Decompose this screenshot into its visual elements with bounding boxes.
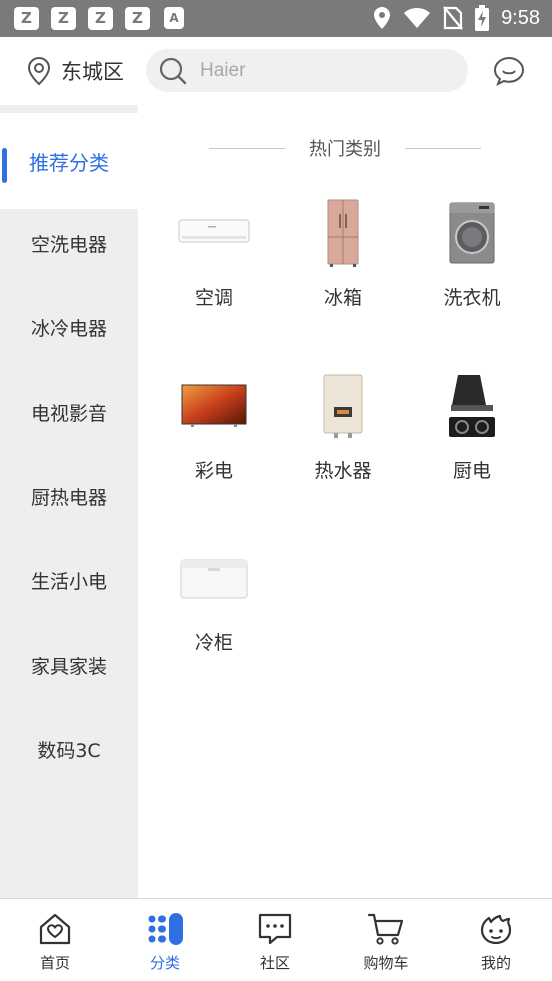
category-freezer[interactable]: 冷柜 (149, 538, 279, 688)
tab-label: 首页 (39, 954, 70, 972)
tab-community[interactable]: 社区 (220, 899, 330, 981)
sidebar-item-furniture[interactable]: 家具家装 (0, 623, 138, 707)
category-tv[interactable]: 彩电 (149, 366, 279, 516)
water-heater-image (278, 366, 408, 446)
tab-cart[interactable]: 购物车 (331, 899, 441, 981)
category-label: 厨电 (452, 460, 491, 482)
sidebar-item-label: 空洗电器 (30, 233, 107, 256)
system-status: 9:58 (373, 5, 540, 31)
notification-icons: Z Z Z Z A (14, 7, 184, 30)
category-refrigerator[interactable]: 冰箱 (278, 193, 408, 343)
sidebar-item-cooling[interactable]: 冰冷电器 (0, 285, 138, 369)
community-icon (255, 911, 295, 947)
category-label: 洗衣机 (443, 287, 501, 309)
app-notification-icon: Z (88, 7, 113, 30)
refrigerator-image (278, 193, 408, 273)
category-label: 热水器 (314, 460, 372, 482)
section-title: 热门类别 (309, 139, 381, 160)
sidebar-item-label: 生活小电 (30, 570, 107, 593)
location-label: 东城区 (61, 60, 124, 84)
message-icon (493, 56, 525, 87)
profile-icon (476, 911, 516, 947)
location-icon (374, 7, 391, 29)
category-label: 冷柜 (194, 632, 233, 654)
location-selector[interactable]: 东城区 (25, 56, 124, 86)
category-content: 热门类别 空调 冰箱 洗衣机 彩电 热水器 厨电 冷柜 (138, 105, 552, 898)
search-input[interactable] (200, 59, 450, 82)
sidebar-item-small-appliances[interactable]: 生活小电 (0, 538, 138, 622)
wifi-icon (404, 8, 431, 28)
sidebar-item-digital[interactable]: 数码3C (0, 707, 138, 791)
battery-charging-icon (475, 5, 490, 31)
tab-label: 购物车 (363, 954, 409, 972)
home-icon (35, 911, 75, 947)
category-label: 彩电 (194, 460, 233, 482)
tab-label: 分类 (149, 954, 180, 972)
cart-icon (366, 911, 406, 947)
app-notification-icon: Z (125, 7, 150, 30)
category-water-heater[interactable]: 热水器 (278, 366, 408, 516)
category-icon (145, 911, 185, 947)
category-kitchen-appliances[interactable]: 厨电 (407, 366, 537, 516)
app-notification-icon: Z (51, 7, 76, 30)
sidebar-item-kitchen[interactable]: 厨热电器 (0, 454, 138, 538)
app-notification-icon: A (164, 7, 184, 29)
category-sidebar: 推荐分类 空洗电器 冰冷电器 电视影音 厨热电器 生活小电 家具家装 数码3C (0, 105, 138, 898)
sidebar-item-label: 电视影音 (30, 402, 107, 425)
category-label: 空调 (194, 287, 233, 309)
sidebar-item-air-wash[interactable]: 空洗电器 (0, 201, 138, 285)
category-label: 冰箱 (323, 287, 362, 309)
message-button[interactable] (492, 55, 526, 91)
sidebar-item-tv-audio[interactable]: 电视影音 (0, 370, 138, 454)
top-header: 东城区 (0, 37, 552, 105)
tab-label: 社区 (259, 954, 290, 972)
search-icon (159, 57, 187, 84)
tab-profile[interactable]: 我的 (441, 899, 551, 981)
no-sim-icon (443, 6, 463, 30)
tab-home[interactable]: 首页 (0, 899, 110, 981)
freezer-image (149, 538, 279, 618)
kitchen-appliance-image (407, 366, 537, 446)
sidebar-item-label: 冰冷电器 (30, 317, 107, 340)
sidebar-item-label: 厨热电器 (30, 486, 107, 509)
sidebar-item-recommended[interactable]: 推荐分类 (0, 113, 138, 209)
search-bar[interactable] (146, 49, 468, 92)
divider (405, 147, 481, 149)
divider (209, 147, 285, 149)
bottom-tab-bar: 首页 分类 社区 购物车 我的 (0, 898, 552, 981)
sidebar-item-label: 推荐分类 (29, 150, 109, 175)
category-air-conditioner[interactable]: 空调 (149, 193, 279, 343)
tv-image (149, 366, 279, 446)
washing-machine-image (407, 193, 537, 273)
sidebar-item-label: 数码3C (37, 739, 101, 762)
category-washing-machine[interactable]: 洗衣机 (407, 193, 537, 343)
location-pin-icon (27, 56, 51, 86)
sidebar-item-label: 家具家装 (30, 655, 107, 678)
clock: 9:58 (501, 6, 540, 29)
tab-category[interactable]: 分类 (110, 899, 220, 981)
status-bar: Z Z Z Z A 9:58 (0, 0, 552, 37)
air-conditioner-image (149, 193, 279, 273)
section-header: 热门类别 (138, 135, 552, 161)
tab-label: 我的 (480, 954, 511, 972)
app-notification-icon: Z (14, 7, 39, 30)
